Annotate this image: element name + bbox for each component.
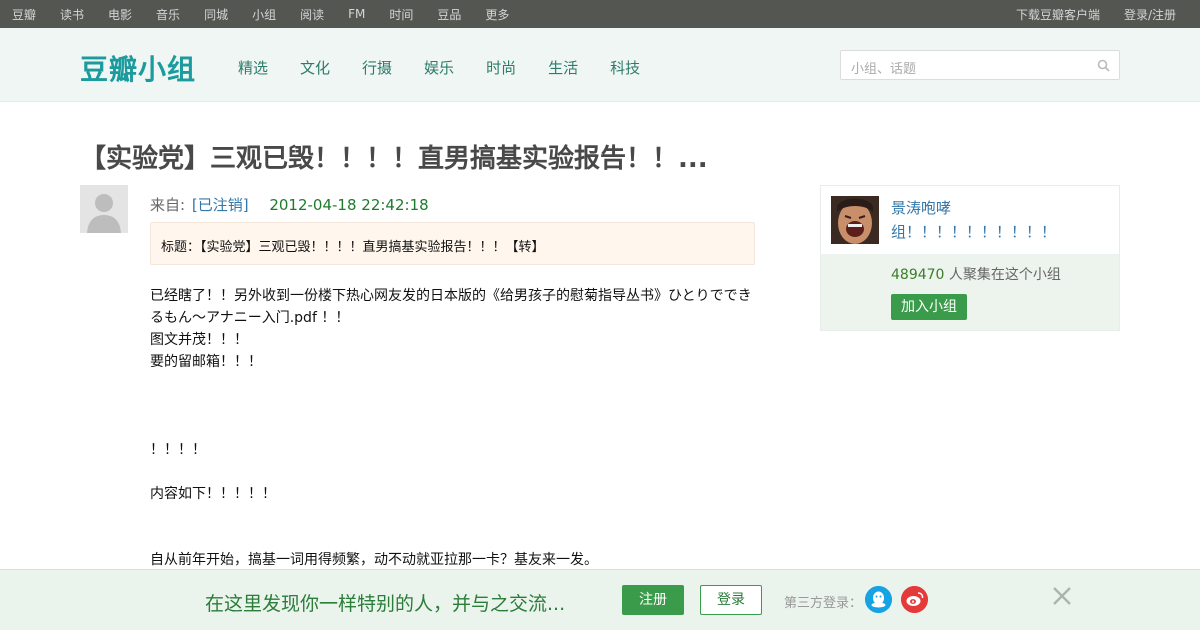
content-paragraph: 自从前年开始，搞基一词用得频繁，动不动就亚拉那一卡？基友来一发。 — [150, 552, 598, 568]
qq-login-icon[interactable] — [865, 586, 892, 613]
post-meta: 来自: [已注销] 2012-04-18 22:42:18 — [150, 194, 429, 215]
banner-slogan: 在这里发现你一样特别的人，并与之交流... — [205, 593, 566, 615]
page-title: 【实验党】三观已毁！！！！直男搞基实验报告！！... — [80, 144, 708, 174]
global-nav-links: 豆瓣 读书 电影 音乐 同城 小组 阅读 FM 时间 豆品 更多 — [0, 6, 521, 23]
group-name[interactable]: 景涛咆哮组！！！！！！！！！！ — [891, 196, 1091, 244]
content-paragraph — [150, 395, 760, 417]
group-avatar-image-icon — [831, 196, 879, 244]
nav-movie[interactable]: 电影 — [108, 6, 132, 23]
close-icon[interactable] — [1050, 584, 1074, 608]
post-subject: 标题：【实验党】三观已毁！！！！直男搞基实验报告！！！【转】 — [150, 222, 755, 265]
category-entertainment[interactable]: 娱乐 — [424, 57, 454, 78]
nav-market[interactable]: 豆品 — [437, 6, 461, 23]
category-life[interactable]: 生活 — [548, 57, 578, 78]
nav-music[interactable]: 音乐 — [156, 6, 180, 23]
content-paragraph: 内容如下！！！！！ — [150, 486, 276, 502]
group-card-header: 景涛咆哮组！！！！！！！！！！ — [821, 186, 1119, 254]
category-culture[interactable]: 文化 — [300, 57, 330, 78]
nav-group[interactable]: 小组 — [252, 6, 276, 23]
content-paragraph: 要的留邮箱！！！ — [150, 354, 262, 370]
avatar[interactable] — [80, 185, 128, 233]
content-paragraph — [150, 461, 760, 483]
nav-location[interactable]: 同城 — [204, 6, 228, 23]
group-members: 489470 人聚集在这个小组 — [891, 264, 1061, 284]
third-party-login-label: 第三方登录： — [784, 596, 863, 611]
category-fashion[interactable]: 时尚 — [486, 57, 516, 78]
content-paragraph — [150, 527, 760, 549]
group-avatar[interactable] — [831, 196, 879, 244]
search-icon[interactable] — [1097, 59, 1110, 72]
login-register-link[interactable]: 登录/注册 — [1124, 6, 1176, 23]
group-card: 景涛咆哮组！！！！！！！！！！ 489470 人聚集在这个小组 加入小组 — [820, 185, 1120, 331]
content-paragraph: 图文并茂！！！ — [150, 332, 248, 348]
content-paragraph: 已经瞎了！！另外收到一份楼下热心网友发的日本版的《给男孩子的慰菊指导丛书》ひとり… — [150, 288, 752, 326]
content-paragraph — [150, 505, 760, 527]
category-nav: 精选 文化 行摄 娱乐 时尚 生活 科技 — [238, 57, 672, 78]
nav-read[interactable]: 阅读 — [300, 6, 324, 23]
signup-banner: 在这里发现你一样特别的人，并与之交流... 注册 登录 第三方登录： — [0, 569, 1200, 630]
global-nav-account: 下载豆瓣客户端 登录/注册 — [1016, 6, 1200, 23]
default-user-icon — [80, 185, 128, 233]
from-label: 来自: — [150, 196, 186, 214]
login-button[interactable]: 登录 — [700, 585, 762, 615]
post-content: 已经瞎了！！另外收到一份楼下热心网友发的日本版的《给男孩子的慰菊指导丛书》ひとり… — [150, 285, 760, 571]
register-button[interactable]: 注册 — [622, 585, 684, 615]
nav-fm[interactable]: FM — [348, 7, 365, 21]
nav-book[interactable]: 读书 — [60, 6, 84, 23]
group-card-stats: 489470 人聚集在这个小组 加入小组 — [821, 254, 1119, 330]
nav-douban[interactable]: 豆瓣 — [12, 6, 36, 23]
category-travel[interactable]: 行摄 — [362, 57, 392, 78]
search-input[interactable]: 小组、话题 — [840, 50, 1120, 80]
download-app-link[interactable]: 下载豆瓣客户端 — [1016, 6, 1100, 23]
post-time: 2012-04-18 22:42:18 — [269, 196, 429, 214]
nav-more[interactable]: 更多 — [485, 6, 509, 23]
content-paragraph — [150, 373, 760, 395]
search-placeholder: 小组、话题 — [851, 62, 917, 77]
author-link[interactable]: [已注销] — [192, 196, 249, 214]
global-nav: 豆瓣 读书 电影 音乐 同城 小组 阅读 FM 时间 豆品 更多 下载豆瓣客户端… — [0, 0, 1200, 28]
content-paragraph — [150, 417, 760, 439]
nav-time[interactable]: 时间 — [389, 6, 413, 23]
content-paragraph: ！！！！ — [150, 442, 206, 458]
category-tech[interactable]: 科技 — [610, 57, 640, 78]
group-header: 豆瓣小组 精选 文化 行摄 娱乐 时尚 生活 科技 小组、话题 — [0, 28, 1200, 102]
members-suffix: 人聚集在这个小组 — [948, 267, 1061, 283]
weibo-login-icon[interactable] — [901, 586, 928, 613]
join-group-button[interactable]: 加入小组 — [891, 294, 967, 320]
category-featured[interactable]: 精选 — [238, 57, 268, 78]
members-count: 489470 — [891, 267, 945, 283]
logo[interactable]: 豆瓣小组 — [80, 48, 196, 88]
